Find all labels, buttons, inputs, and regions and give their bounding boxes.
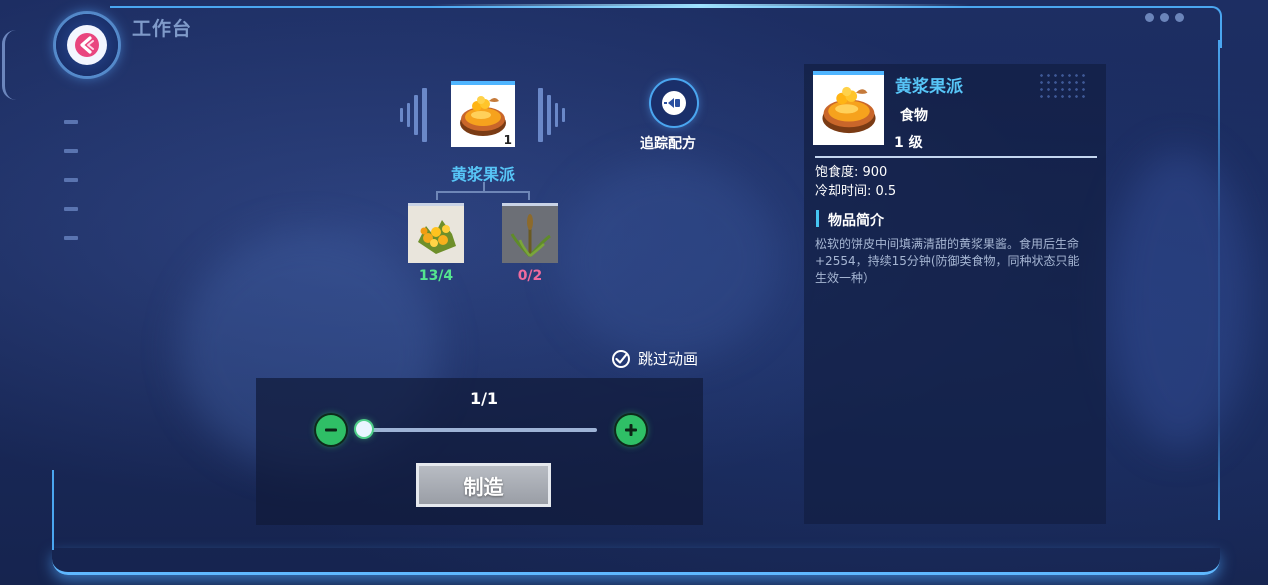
side-tick-marks	[64, 120, 78, 265]
product-slot[interactable]: 1	[451, 81, 515, 147]
background-blur	[1110, 150, 1250, 450]
detail-divider	[815, 156, 1097, 158]
track-recipe-label: 追踪配方	[640, 136, 696, 152]
craft-count: 1/1	[469, 389, 499, 408]
golden-pie-icon	[460, 96, 506, 136]
product-quantity-badge: 1	[503, 133, 512, 147]
quantity-slider-handle[interactable]	[356, 421, 372, 437]
track-target-icon	[662, 91, 686, 115]
decrease-button[interactable]	[316, 415, 346, 445]
dot-grid-decoration	[1038, 72, 1088, 98]
recipe-tree-line	[436, 191, 530, 193]
quantity-slider-track[interactable]	[362, 428, 597, 432]
craft-button[interactable]: 制造	[416, 463, 551, 507]
frame-right-border	[1218, 40, 1220, 520]
frame-top-glow	[430, 4, 970, 8]
recipe-tree-line	[436, 191, 438, 200]
background-blur	[560, 160, 780, 360]
material-count: 0/2	[517, 268, 543, 284]
stat-cooldown: 冷却时间: 0.5	[815, 184, 897, 199]
page-title: 工作台	[132, 18, 193, 40]
material-slot[interactable]	[408, 203, 464, 263]
left-signal-bars	[400, 88, 427, 142]
plus-icon	[625, 424, 637, 436]
frame-left-arc	[2, 30, 21, 100]
back-arrow-icon	[67, 25, 107, 65]
golden-pie-icon	[821, 86, 876, 134]
detail-item-name: 黄浆果派	[895, 77, 963, 97]
frame-dots-decoration	[1145, 13, 1184, 22]
stat-satiety: 饱食度: 900	[815, 165, 888, 180]
reed-grass-icon	[510, 213, 551, 257]
detail-item-slot	[813, 71, 884, 145]
recipe-tree-line	[528, 191, 530, 200]
checkbox-checked-icon[interactable]	[612, 349, 630, 368]
material-count: 13/4	[418, 268, 454, 284]
minus-icon	[325, 428, 337, 432]
skip-animation-label: 跳过动画	[638, 350, 699, 368]
detail-item-type: 食物	[900, 108, 928, 124]
back-button[interactable]	[56, 14, 118, 76]
right-signal-bars	[538, 88, 565, 142]
frame-bottom-border	[52, 548, 1220, 575]
item-description: 松软的饼皮中间填满清甜的黄浆果酱。食用后生命+2554，持续15分钟(防御类食物…	[815, 237, 1080, 285]
increase-button[interactable]	[616, 415, 646, 445]
material-slot[interactable]	[502, 203, 558, 263]
skip-animation-toggle[interactable]: 跳过动画	[612, 348, 698, 369]
section-marker	[816, 210, 819, 227]
frame-left-border	[52, 470, 54, 550]
frame-top-border	[110, 6, 1222, 48]
description-section-title: 物品简介	[828, 213, 884, 229]
yellow-berries-icon	[418, 219, 456, 254]
detail-item-level: 1 级	[894, 135, 923, 151]
track-recipe-button[interactable]	[651, 80, 697, 126]
